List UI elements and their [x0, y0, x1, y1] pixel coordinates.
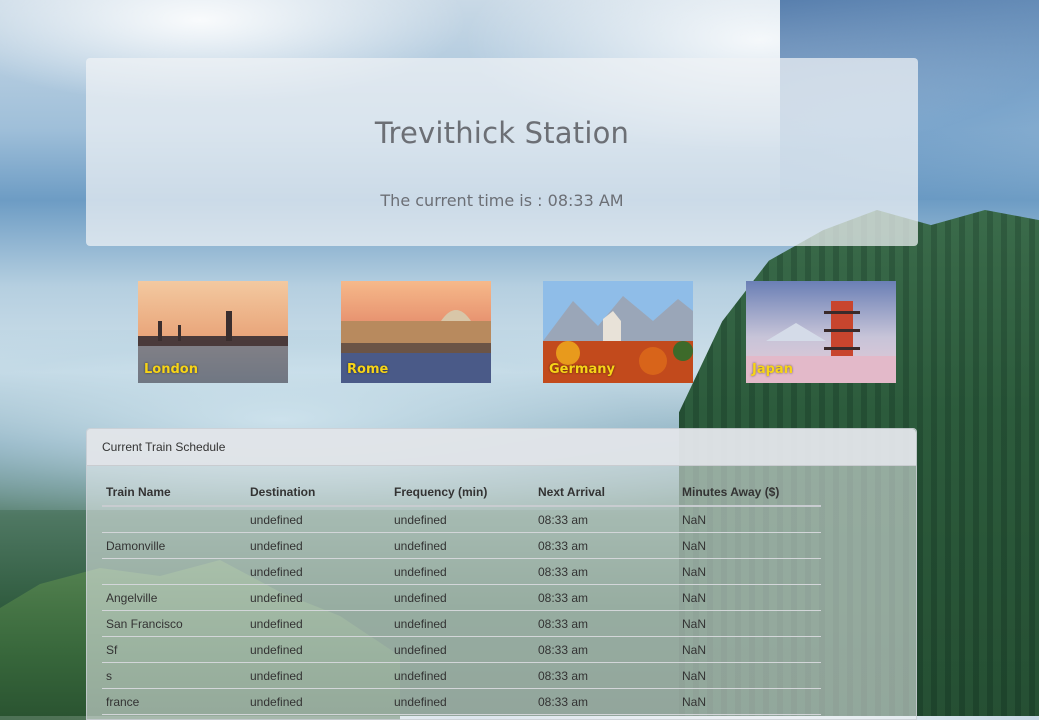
header-jumbotron: Trevithick Station The current time is :…	[86, 58, 918, 246]
destination-germany[interactable]: Germany	[543, 281, 693, 383]
cell-next-arrival: 08:33 am	[534, 558, 678, 585]
cell-frequency: undefined	[390, 584, 534, 611]
cell-destination: undefined	[246, 506, 390, 533]
cell-next-arrival: 08:33 am	[534, 506, 678, 533]
cell-minutes-away: NaN	[678, 532, 821, 559]
cell-destination: undefined	[246, 636, 390, 663]
column-header-minutes-away: Minutes Away ($)	[678, 479, 821, 507]
column-header-destination: Destination	[246, 479, 390, 507]
page-title: Trevithick Station	[374, 116, 630, 150]
table-header-row: Train Name Destination Frequency (min) N…	[102, 479, 821, 507]
cell-destination: undefined	[246, 610, 390, 637]
column-header-next-arrival: Next Arrival	[534, 479, 678, 507]
destination-rome[interactable]: Rome	[341, 281, 491, 383]
cell-train-name: Damonville	[102, 532, 246, 559]
table-row: San Francisco undefined undefined 08:33 …	[102, 610, 821, 637]
cell-frequency: undefined	[390, 532, 534, 559]
cell-train-name: Angelville	[102, 584, 246, 611]
cell-train-name: s	[102, 662, 246, 689]
table-row: Damonville undefined undefined 08:33 am …	[102, 532, 821, 559]
cell-destination: undefined	[246, 662, 390, 689]
cell-minutes-away: NaN	[678, 636, 821, 663]
cell-minutes-away: NaN	[678, 610, 821, 637]
destination-japan[interactable]: Japan	[746, 281, 896, 383]
schedule-panel: Current Train Schedule Train Name Destin…	[86, 428, 917, 720]
table-row: Angelville undefined undefined 08:33 am …	[102, 584, 821, 611]
table-row: france undefined undefined 08:33 am NaN	[102, 688, 821, 715]
cell-train-name: france	[102, 688, 246, 715]
schedule-heading: Current Train Schedule	[87, 429, 916, 466]
cell-train-name: San Francisco	[102, 610, 246, 637]
cell-minutes-away: NaN	[678, 584, 821, 611]
cell-next-arrival: 08:33 am	[534, 584, 678, 611]
table-row: undefined undefined 08:33 am NaN	[102, 506, 821, 533]
cell-destination: undefined	[246, 584, 390, 611]
time-value: 08:33 AM	[547, 191, 624, 210]
destination-label: Japan	[752, 362, 793, 377]
cell-destination: undefined	[246, 558, 390, 585]
cell-train-name	[102, 558, 246, 585]
time-prefix: The current time is :	[380, 191, 548, 210]
cell-destination: undefined	[246, 532, 390, 559]
column-header-frequency: Frequency (min)	[390, 479, 534, 507]
cell-next-arrival: 08:33 am	[534, 636, 678, 663]
cell-minutes-away: NaN	[678, 506, 821, 533]
cell-frequency: undefined	[390, 610, 534, 637]
cell-frequency: undefined	[390, 506, 534, 533]
cell-next-arrival: 08:33 am	[534, 532, 678, 559]
cell-frequency: undefined	[390, 558, 534, 585]
destination-label: London	[144, 362, 198, 377]
cell-minutes-away: NaN	[678, 558, 821, 585]
destination-label: Rome	[347, 362, 389, 377]
cell-train-name	[102, 506, 246, 533]
cell-train-name: Sf	[102, 636, 246, 663]
cell-next-arrival: 08:33 am	[534, 610, 678, 637]
table-row: undefined undefined 08:33 am NaN	[102, 558, 821, 585]
destination-label: Germany	[549, 362, 615, 377]
cell-minutes-away: NaN	[678, 688, 821, 715]
current-time: The current time is : 08:33 AM	[86, 191, 918, 210]
table-row: s undefined undefined 08:33 am NaN	[102, 662, 821, 689]
cell-frequency: undefined	[390, 636, 534, 663]
cell-frequency: undefined	[390, 688, 534, 715]
cell-next-arrival: 08:33 am	[534, 688, 678, 715]
cell-minutes-away: NaN	[678, 662, 821, 689]
cell-frequency: undefined	[390, 662, 534, 689]
cell-destination: undefined	[246, 688, 390, 715]
schedule-table: Train Name Destination Frequency (min) N…	[102, 479, 821, 715]
cell-next-arrival: 08:33 am	[534, 662, 678, 689]
column-header-train-name: Train Name	[102, 479, 246, 507]
table-row: Sf undefined undefined 08:33 am NaN	[102, 636, 821, 663]
destination-london[interactable]: London	[138, 281, 288, 383]
